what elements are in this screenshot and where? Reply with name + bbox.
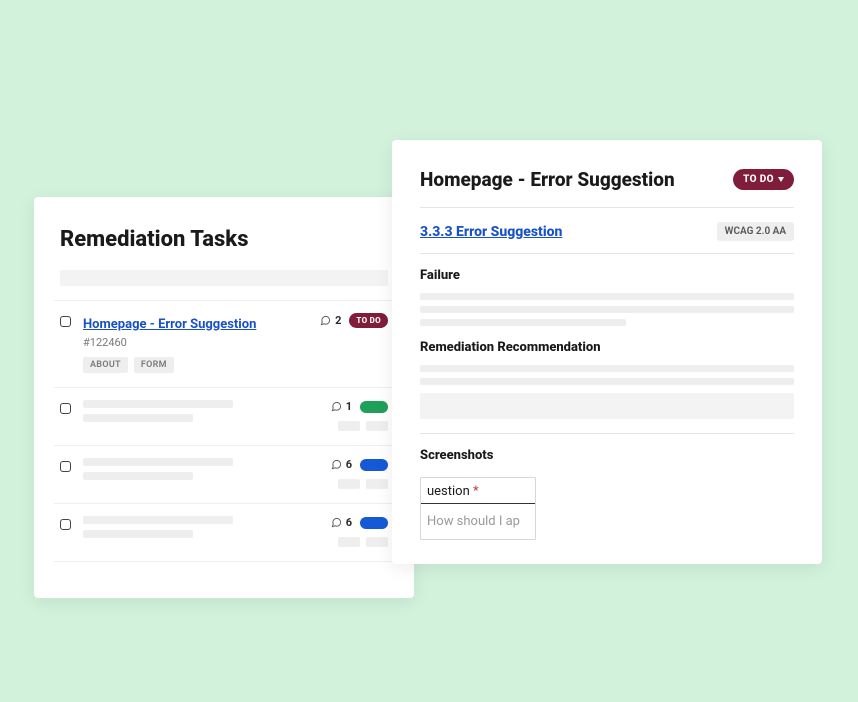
screenshot-crop[interactable]: uestion * How should I ap: [420, 477, 536, 540]
task-checkbox[interactable]: [60, 316, 71, 327]
task-right: 6: [331, 458, 388, 489]
comments-count[interactable]: 1: [331, 400, 352, 413]
divider: [420, 253, 794, 254]
status-pill[interactable]: [360, 517, 388, 529]
section-heading-remediation: Remediation Recommendation: [420, 340, 794, 355]
task-right: 2 TO DO: [320, 313, 388, 328]
task-checkbox[interactable]: [60, 519, 71, 530]
screenshot-field-value: How should I ap: [421, 504, 535, 539]
comments-count[interactable]: 6: [331, 516, 352, 529]
task-main: Homepage - Error Suggestion #122460 ABOU…: [83, 313, 308, 373]
task-tag: FORM: [134, 357, 174, 373]
section-heading-failure: Failure: [420, 268, 794, 283]
criterion-link[interactable]: 3.3.3 Error Suggestion: [420, 224, 562, 240]
task-right: 1: [331, 400, 388, 431]
comments-count[interactable]: 2: [320, 314, 341, 327]
status-pill[interactable]: TO DO: [349, 313, 388, 328]
task-row[interactable]: 6: [54, 445, 394, 503]
filter-bar-placeholder: [60, 270, 388, 286]
detail-title: Homepage - Error Suggestion: [420, 168, 675, 191]
section-heading-screenshots: Screenshots: [420, 448, 794, 463]
remediation-text-placeholder: [420, 365, 794, 385]
detail-header: Homepage - Error Suggestion TO DO: [420, 168, 794, 191]
task-row[interactable]: 1: [54, 387, 394, 445]
task-detail-panel: Homepage - Error Suggestion TO DO 3.3.3 …: [392, 140, 822, 564]
divider: [420, 433, 794, 434]
criterion-row: 3.3.3 Error Suggestion WCAG 2.0 AA: [420, 208, 794, 253]
task-checkbox[interactable]: [60, 461, 71, 472]
task-id: #122460: [83, 336, 308, 349]
screenshot-field-label: uestion *: [421, 478, 535, 504]
task-right: 6: [331, 516, 388, 547]
code-block-placeholder: [420, 393, 794, 419]
remediation-tasks-panel: Remediation Tasks Homepage - Error Sugge…: [34, 197, 414, 598]
task-row[interactable]: 6: [54, 503, 394, 562]
panel-title: Remediation Tasks: [60, 227, 388, 252]
task-row[interactable]: Homepage - Error Suggestion #122460 ABOU…: [54, 300, 394, 387]
failure-text-placeholder: [420, 293, 794, 326]
task-title-link[interactable]: Homepage - Error Suggestion: [83, 317, 256, 332]
comment-icon: [331, 401, 342, 412]
status-dropdown[interactable]: TO DO: [733, 169, 794, 190]
status-pill[interactable]: [360, 401, 388, 413]
comment-icon: [320, 315, 331, 326]
comment-icon: [331, 517, 342, 528]
task-tag: ABOUT: [83, 357, 128, 373]
comments-count[interactable]: 6: [331, 458, 352, 471]
status-pill[interactable]: [360, 459, 388, 471]
task-tags: ABOUT FORM: [83, 357, 308, 373]
task-checkbox[interactable]: [60, 403, 71, 414]
task-main: [83, 516, 319, 544]
chevron-down-icon: [778, 177, 784, 182]
task-main: [83, 400, 319, 428]
task-main: [83, 458, 319, 486]
comment-icon: [331, 459, 342, 470]
wcag-badge: WCAG 2.0 AA: [717, 222, 794, 241]
